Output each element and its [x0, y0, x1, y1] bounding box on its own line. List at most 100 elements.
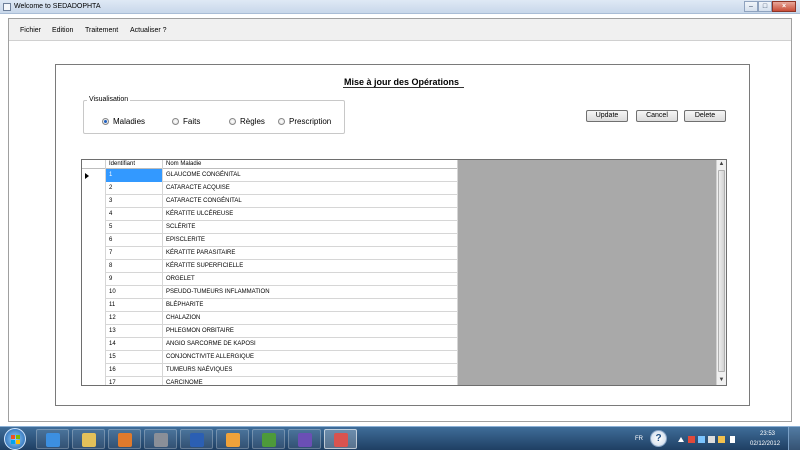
- network-icon[interactable]: [698, 436, 705, 443]
- table-row[interactable]: 10 PSEUDO-TUMEURS INFLAMMATION: [82, 286, 458, 299]
- row-selector[interactable]: [82, 273, 106, 286]
- cell-nom-maladie[interactable]: CHALAZION: [163, 312, 458, 325]
- row-selector[interactable]: [82, 338, 106, 351]
- table-row[interactable]: 11 BLÉPHARITE: [82, 299, 458, 312]
- cell-identifiant[interactable]: 4: [106, 208, 163, 221]
- table-row[interactable]: 17 CARCINOME: [82, 377, 458, 385]
- language-indicator[interactable]: FR: [635, 436, 643, 442]
- taskbar-app-button[interactable]: [180, 429, 213, 449]
- table-row[interactable]: 14 ANGIO SARCORME DE KAPOSI: [82, 338, 458, 351]
- cell-identifiant[interactable]: 13: [106, 325, 163, 338]
- update-button[interactable]: Update: [586, 110, 628, 122]
- cell-identifiant[interactable]: 15: [106, 351, 163, 364]
- row-selector[interactable]: [82, 234, 106, 247]
- row-selector[interactable]: [82, 247, 106, 260]
- row-selector[interactable]: [82, 377, 106, 385]
- table-row[interactable]: 5 SCLÉRITE: [82, 221, 458, 234]
- column-header-identifiant[interactable]: Identifiant: [106, 160, 163, 169]
- cell-identifiant[interactable]: 9: [106, 273, 163, 286]
- delete-button[interactable]: Delete: [684, 110, 726, 122]
- vertical-scrollbar[interactable]: ▲ ▼: [716, 160, 726, 385]
- table-row[interactable]: 8 KÉRATITE SUPERFICIELLE: [82, 260, 458, 273]
- table-row[interactable]: 9 ORGELET: [82, 273, 458, 286]
- radio-maladies[interactable]: Maladies: [102, 117, 145, 126]
- row-selector[interactable]: [82, 182, 106, 195]
- minimize-button[interactable]: –: [744, 1, 758, 12]
- table-row[interactable]: 4 KÉRATITE ULCÉREUSE: [82, 208, 458, 221]
- row-selector[interactable]: [82, 260, 106, 273]
- table-row[interactable]: 1 GLAUCOME CONGÉNITAL: [82, 169, 458, 182]
- radio-faits[interactable]: Faits: [172, 117, 200, 126]
- cell-nom-maladie[interactable]: CATARACTE CONGÉNITAL: [163, 195, 458, 208]
- table-row[interactable]: 6 EPISCLERITE: [82, 234, 458, 247]
- flag-icon[interactable]: [688, 436, 695, 443]
- row-selector[interactable]: [82, 325, 106, 338]
- menu-edition[interactable]: Edition: [52, 27, 73, 34]
- scroll-up-icon[interactable]: ▲: [717, 160, 726, 169]
- row-selector[interactable]: [82, 286, 106, 299]
- cell-identifiant[interactable]: 8: [106, 260, 163, 273]
- show-hidden-icons-icon[interactable]: [678, 437, 684, 442]
- table-row[interactable]: 2 CATARACTE ACQUISE: [82, 182, 458, 195]
- start-button[interactable]: [4, 428, 26, 450]
- show-desktop-button[interactable]: [788, 427, 800, 450]
- cell-identifiant[interactable]: 6: [106, 234, 163, 247]
- help-icon[interactable]: ?: [650, 430, 667, 447]
- cell-identifiant[interactable]: 1: [106, 169, 163, 182]
- cell-nom-maladie[interactable]: TUMEURS NAÉVIQUES: [163, 364, 458, 377]
- taskbar-app-button[interactable]: [72, 429, 105, 449]
- row-selector[interactable]: [82, 169, 106, 182]
- row-selector[interactable]: [82, 221, 106, 234]
- taskbar-app-button[interactable]: [144, 429, 177, 449]
- row-selector[interactable]: [82, 208, 106, 221]
- cell-nom-maladie[interactable]: CATARACTE ACQUISE: [163, 182, 458, 195]
- table-row[interactable]: 16 TUMEURS NAÉVIQUES: [82, 364, 458, 377]
- cell-nom-maladie[interactable]: PHLEGMON ORBITAIRE: [163, 325, 458, 338]
- radio-regles[interactable]: Règles: [229, 117, 265, 126]
- menu-actualiser[interactable]: Actualiser ?: [130, 27, 167, 34]
- scroll-down-icon[interactable]: ▼: [717, 376, 726, 385]
- cell-nom-maladie[interactable]: BLÉPHARITE: [163, 299, 458, 312]
- cell-identifiant[interactable]: 16: [106, 364, 163, 377]
- cell-identifiant[interactable]: 5: [106, 221, 163, 234]
- table-row[interactable]: 7 KÉRATITE PARASITAIRE: [82, 247, 458, 260]
- radio-prescription[interactable]: Prescription: [278, 117, 331, 126]
- taskbar-app-button[interactable]: [216, 429, 249, 449]
- cell-nom-maladie[interactable]: KÉRATITE SUPERFICIELLE: [163, 260, 458, 273]
- cancel-button[interactable]: Cancel: [636, 110, 678, 122]
- cell-identifiant[interactable]: 7: [106, 247, 163, 260]
- clock-date[interactable]: 02/12/2012: [750, 441, 780, 447]
- cell-nom-maladie[interactable]: ORGELET: [163, 273, 458, 286]
- cell-identifiant[interactable]: 3: [106, 195, 163, 208]
- table-row[interactable]: 12 CHALAZION: [82, 312, 458, 325]
- row-selector[interactable]: [82, 351, 106, 364]
- taskbar-app-button[interactable]: [288, 429, 321, 449]
- cell-nom-maladie[interactable]: ANGIO SARCORME DE KAPOSI: [163, 338, 458, 351]
- table-row[interactable]: 3 CATARACTE CONGÉNITAL: [82, 195, 458, 208]
- table-row[interactable]: 15 CONJONCTIVITE ALLERGIQUE: [82, 351, 458, 364]
- column-header-nom-maladie[interactable]: Nom Maladie: [163, 160, 458, 169]
- cell-identifiant[interactable]: 12: [106, 312, 163, 325]
- cell-nom-maladie[interactable]: PSEUDO-TUMEURS INFLAMMATION: [163, 286, 458, 299]
- battery-icon[interactable]: [718, 436, 725, 443]
- cell-identifiant[interactable]: 10: [106, 286, 163, 299]
- cell-identifiant[interactable]: 2: [106, 182, 163, 195]
- scroll-thumb[interactable]: [718, 170, 725, 372]
- clock-time[interactable]: 23:53: [760, 431, 775, 437]
- cell-nom-maladie[interactable]: CARCINOME: [163, 377, 458, 385]
- menu-traitement[interactable]: Traitement: [85, 27, 118, 34]
- cell-identifiant[interactable]: 17: [106, 377, 163, 385]
- volume-icon[interactable]: [730, 436, 735, 443]
- cell-nom-maladie[interactable]: SCLÉRITE: [163, 221, 458, 234]
- row-selector[interactable]: [82, 312, 106, 325]
- close-button[interactable]: ×: [772, 1, 796, 12]
- row-selector[interactable]: [82, 195, 106, 208]
- menu-fichier[interactable]: Fichier: [20, 27, 41, 34]
- taskbar-app-button[interactable]: [108, 429, 141, 449]
- data-grid[interactable]: Identifiant Nom Maladie 1 GLAUCOME CONGÉN…: [81, 159, 727, 386]
- row-selector[interactable]: [82, 364, 106, 377]
- cell-nom-maladie[interactable]: GLAUCOME CONGÉNITAL: [163, 169, 458, 182]
- table-row[interactable]: 13 PHLEGMON ORBITAIRE: [82, 325, 458, 338]
- maximize-button[interactable]: □: [758, 1, 772, 12]
- row-selector[interactable]: [82, 299, 106, 312]
